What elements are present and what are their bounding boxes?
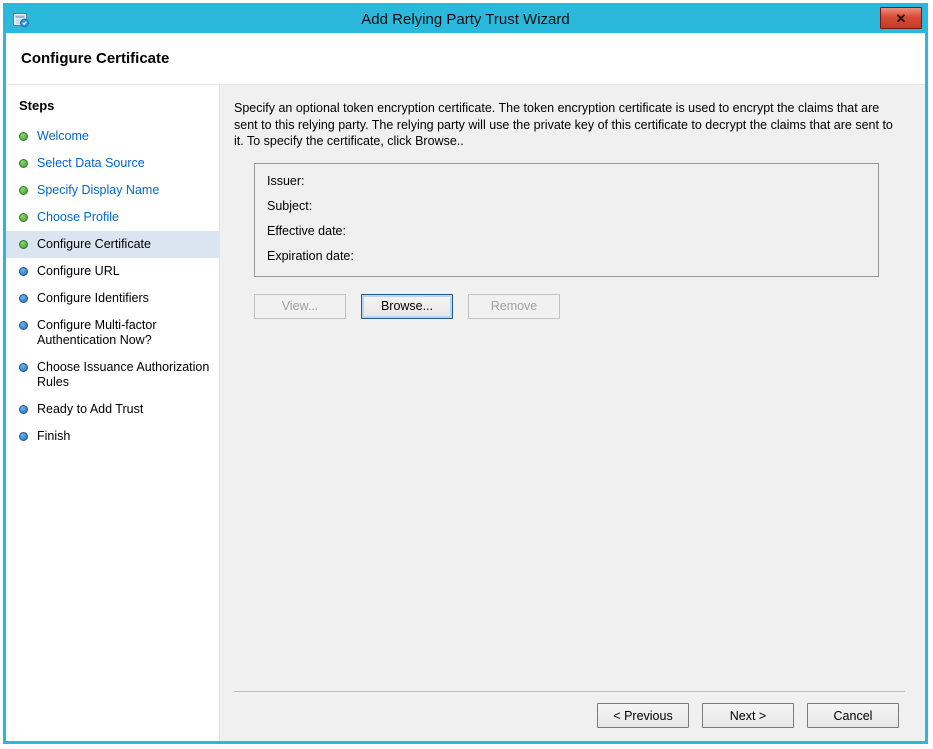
steps-header: Steps [6, 89, 219, 123]
cert-field-issuer: Issuer: [267, 174, 866, 188]
current-step-icon [19, 240, 28, 249]
step-select-data-source[interactable]: Select Data Source [6, 150, 219, 177]
step-ready-to-add-trust: Ready to Add Trust [6, 396, 219, 423]
page-header: Configure Certificate [6, 33, 925, 85]
pending-step-icon [19, 267, 28, 276]
title-bar: Add Relying Party Trust Wizard ✕ [6, 6, 925, 33]
step-choose-profile[interactable]: Choose Profile [6, 204, 219, 231]
previous-button[interactable]: < Previous [597, 703, 689, 728]
step-configure-certificate: Configure Certificate [6, 231, 219, 258]
cert-field-expiration-date: Expiration date: [267, 249, 866, 263]
remove-button[interactable]: Remove [468, 294, 560, 319]
browse-button[interactable]: Browse... [361, 294, 453, 319]
steps-sidebar: Steps Welcome Select Data Source Specify… [6, 85, 219, 741]
cancel-button[interactable]: Cancel [807, 703, 899, 728]
completed-step-icon [19, 186, 28, 195]
wizard-app-icon [12, 11, 30, 29]
next-button[interactable]: Next > [702, 703, 794, 728]
completed-step-icon [19, 132, 28, 141]
close-button[interactable]: ✕ [880, 7, 922, 29]
step-choose-issuance-rules: Choose Issuance Authorization Rules [6, 354, 219, 396]
step-configure-identifiers: Configure Identifiers [6, 285, 219, 312]
page-title: Configure Certificate [21, 50, 169, 67]
completed-step-icon [19, 213, 28, 222]
instructions-text: Specify an optional token encryption cer… [234, 100, 899, 150]
certificate-actions: View... Browse... Remove [254, 294, 905, 319]
view-button[interactable]: View... [254, 294, 346, 319]
wizard-body: Steps Welcome Select Data Source Specify… [6, 85, 925, 741]
pending-step-icon [19, 405, 28, 414]
steps-list: Welcome Select Data Source Specify Displ… [6, 123, 219, 450]
step-configure-url: Configure URL [6, 258, 219, 285]
cert-field-effective-date: Effective date: [267, 224, 866, 238]
step-configure-mfa: Configure Multi-factor Authentication No… [6, 312, 219, 354]
close-icon: ✕ [896, 11, 907, 26]
window-title: Add Relying Party Trust Wizard [6, 11, 925, 28]
wizard-window: Add Relying Party Trust Wizard ✕ Configu… [3, 3, 928, 744]
wizard-navigation: < Previous Next > Cancel [234, 691, 905, 728]
step-content: Specify an optional token encryption cer… [219, 85, 925, 741]
step-specify-display-name[interactable]: Specify Display Name [6, 177, 219, 204]
step-welcome[interactable]: Welcome [6, 123, 219, 150]
step-finish: Finish [6, 423, 219, 450]
pending-step-icon [19, 363, 28, 372]
pending-step-icon [19, 321, 28, 330]
cert-field-subject: Subject: [267, 199, 866, 213]
pending-step-icon [19, 432, 28, 441]
completed-step-icon [19, 159, 28, 168]
pending-step-icon [19, 294, 28, 303]
certificate-details-box: Issuer: Subject: Effective date: Expirat… [254, 163, 879, 277]
